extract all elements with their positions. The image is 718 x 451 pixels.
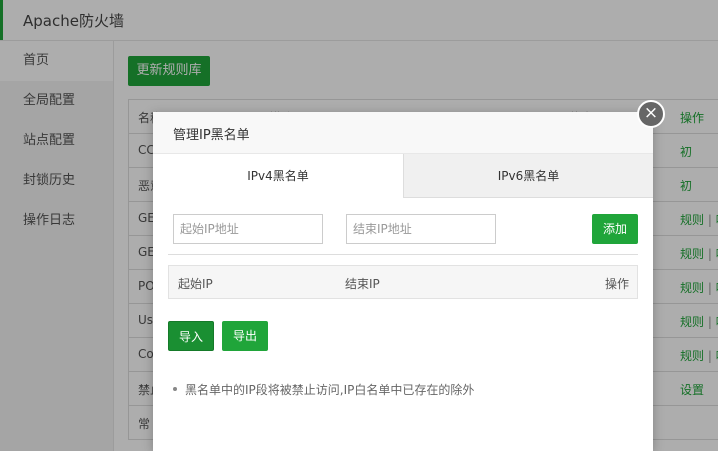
close-icon[interactable]: × [637, 100, 665, 128]
end-ip-input[interactable] [346, 214, 496, 244]
modal-title: 管理IP黑名单 [173, 128, 250, 143]
tab-ipv4-blacklist[interactable]: IPv4黑名单 [153, 154, 403, 198]
tab-bar: IPv4黑名单 IPv6黑名单 [153, 154, 653, 198]
start-ip-input[interactable] [173, 214, 323, 244]
ip-list-header: 起始IP 结束IP 操作 [168, 265, 638, 299]
divider [168, 254, 638, 255]
column-start-ip: 起始IP [178, 277, 213, 291]
export-button[interactable]: 导出 [222, 321, 268, 351]
column-action: 操作 [604, 277, 629, 291]
bullet-icon [173, 387, 177, 391]
help-note-text: 黑名单中的IP段将被禁止访问,IP白名单中已存在的除外 [185, 383, 475, 397]
import-button[interactable]: 导入 [168, 321, 214, 351]
ip-blacklist-modal: 管理IP黑名单 IPv4黑名单 IPv6黑名单 添加 起始IP 结束IP 操作 … [153, 112, 653, 451]
modal-header: 管理IP黑名单 [153, 112, 653, 154]
column-end-ip: 结束IP [345, 277, 380, 291]
add-button[interactable]: 添加 [592, 214, 638, 244]
tab-ipv6-blacklist[interactable]: IPv6黑名单 [403, 154, 653, 198]
